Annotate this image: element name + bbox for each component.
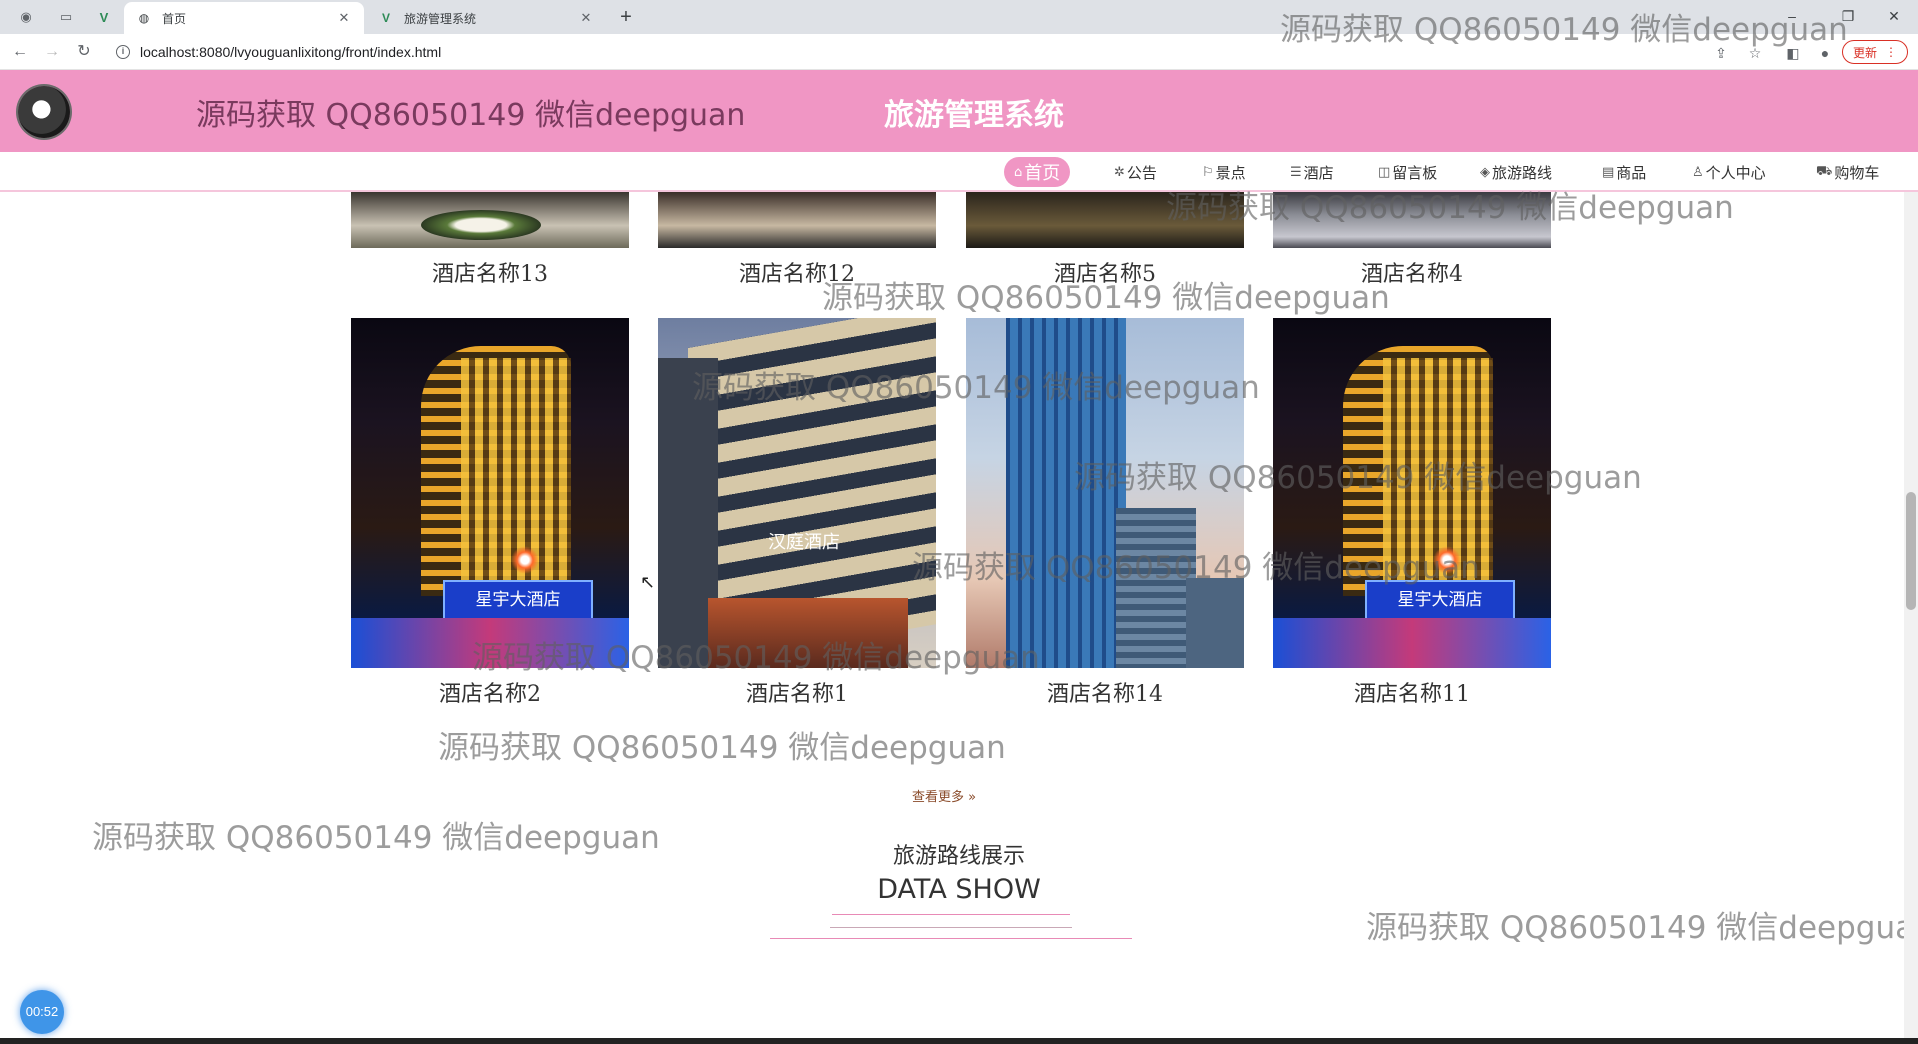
close-window-icon[interactable]: ✕ <box>1876 4 1912 28</box>
tab-title: 首页 <box>162 11 187 26</box>
nav-item-scenic[interactable]: ⚐ 景点 <box>1202 157 1246 187</box>
nav-item-goods[interactable]: ▤ 商品 <box>1602 157 1646 187</box>
url-text: localhost:8080/lvyouguanlixitong/front/i… <box>140 44 442 60</box>
back-icon[interactable]: ← <box>8 40 32 64</box>
update-label: 更新 <box>1852 45 1877 60</box>
globe-icon: ◍ <box>138 11 150 25</box>
bookmark-star-icon[interactable]: ☆ <box>1744 42 1766 64</box>
hotel-name[interactable]: 酒店名称12 <box>658 256 936 288</box>
nav-label: 酒店 <box>1303 163 1334 182</box>
nav-label: 个人中心 <box>1705 163 1766 182</box>
cart-icon: ⛟ <box>1816 163 1833 179</box>
pinned-tab-icon[interactable]: ▭ <box>54 6 78 28</box>
hotel-image[interactable] <box>351 192 629 248</box>
nav-item-hotel[interactable]: ☰ 酒店 <box>1290 157 1334 187</box>
site-logo[interactable] <box>18 86 70 138</box>
stack-icon: ◈ <box>1480 164 1490 180</box>
nav-label: 景点 <box>1215 163 1246 182</box>
nav-label: 首页 <box>1024 163 1061 184</box>
nav-item-notice[interactable]: ✲ 公告 <box>1114 157 1157 187</box>
vue-tab-icon[interactable]: V <box>92 6 116 28</box>
tab-search-icon[interactable]: ◉ <box>14 6 38 28</box>
watermark: 源码获取 QQ86050149 微信deepguan <box>438 730 1006 766</box>
bottom-bar <box>0 1038 1918 1044</box>
flag-icon: ⚐ <box>1202 164 1214 180</box>
goods-icon: ▤ <box>1602 164 1615 180</box>
hotel-image[interactable]: 星宇大酒店 <box>1273 318 1551 668</box>
user-icon: ♙ <box>1692 164 1704 180</box>
hotel-name[interactable]: 酒店名称11 <box>1273 676 1551 708</box>
hotel-image[interactable] <box>1273 192 1551 248</box>
main-nav: ⌂ 首页 ✲ 公告 ⚐ 景点 ☰ 酒店 ◫ 留言板 ◈ 旅游路线 ▤ 商品 ♙ <box>0 152 1918 192</box>
watermark: 源码获取 QQ86050149 微信deepguan <box>1366 910 1918 946</box>
hotel-name[interactable]: 酒店名称14 <box>966 676 1244 708</box>
browser-tab-bar: ◉ ▭ V ◍ 首页 ✕ V 旅游管理系统 ✕ + – ❐ ✕ <box>0 0 1918 34</box>
hotel-image[interactable]: 汉庭酒店 <box>658 318 936 668</box>
notice-icon: ✲ <box>1114 164 1125 180</box>
new-tab-button[interactable]: + <box>614 6 638 28</box>
tab-home[interactable]: ◍ 首页 ✕ <box>124 2 364 34</box>
hotel-sign: 星宇大酒店 <box>1365 580 1515 620</box>
profile-icon[interactable]: ● <box>1814 42 1836 64</box>
hotel-name[interactable]: 酒店名称13 <box>351 256 629 288</box>
hotel-image[interactable] <box>966 192 1244 248</box>
hotel-sign: 星宇大酒店 <box>443 580 593 620</box>
site-info-icon[interactable]: i <box>116 45 130 59</box>
update-button[interactable]: 更新 ⋮ <box>1842 40 1908 64</box>
nav-label: 商品 <box>1616 163 1647 182</box>
hotel-sign: 汉庭酒店 <box>768 532 840 553</box>
hotel-name[interactable]: 酒店名称5 <box>966 256 1244 288</box>
nav-item-home[interactable]: ⌂ 首页 <box>1004 157 1071 187</box>
hotel-image[interactable]: 星宇大酒店 <box>351 318 629 668</box>
section-divider <box>832 914 1070 915</box>
page-scrollbar[interactable] <box>1904 192 1918 1040</box>
nav-item-routes[interactable]: ◈ 旅游路线 <box>1480 157 1552 187</box>
home-icon: ⌂ <box>1014 164 1023 180</box>
section-title: 旅游路线展示 <box>892 844 1025 869</box>
forward-icon[interactable]: → <box>40 40 64 64</box>
tab-system[interactable]: V 旅游管理系统 ✕ <box>366 2 606 34</box>
minimize-icon[interactable]: – <box>1774 4 1810 28</box>
more-menu-icon: ⋮ <box>1885 45 1897 59</box>
section-divider <box>830 927 1072 928</box>
hotel-card[interactable] <box>966 318 1244 668</box>
restore-icon[interactable]: ❐ <box>1830 4 1866 28</box>
reload-icon[interactable]: ↻ <box>72 40 96 64</box>
nav-label: 购物车 <box>1834 163 1880 182</box>
list-icon: ☰ <box>1290 164 1302 180</box>
view-more-link[interactable]: 查看更多 » <box>912 786 976 805</box>
hotel-name[interactable]: 酒店名称2 <box>351 676 629 708</box>
hotel-name[interactable]: 酒店名称1 <box>658 676 936 708</box>
recording-timer[interactable]: 00:52 <box>20 990 64 1034</box>
hotel-image[interactable] <box>658 192 936 248</box>
hotel-card[interactable]: 星宇大酒店 <box>351 318 629 668</box>
site-header: 源码获取 QQ86050149 微信deepguan 旅游管理系统 <box>0 70 1918 152</box>
vue-icon: V <box>381 11 390 25</box>
address-bar[interactable]: i localhost:8080/lvyouguanlixitong/front… <box>108 38 1708 66</box>
close-tab-icon[interactable]: ✕ <box>578 10 594 26</box>
nav-label: 留言板 <box>1392 163 1438 182</box>
section-subtitle: DATA SHOW <box>877 874 1041 905</box>
hotel-card[interactable]: 汉庭酒店 <box>658 318 936 668</box>
nav-item-profile[interactable]: ♙ 个人中心 <box>1692 157 1766 187</box>
hotel-name[interactable]: 酒店名称4 <box>1273 256 1551 288</box>
side-panel-icon[interactable]: ◧ <box>1782 42 1804 64</box>
section-divider <box>770 938 1132 939</box>
header-watermark: 源码获取 QQ86050149 微信deepguan <box>196 98 746 133</box>
nav-item-messages[interactable]: ◫ 留言板 <box>1378 157 1437 187</box>
nav-label: 旅游路线 <box>1492 163 1553 182</box>
nav-item-cart[interactable]: ⛟ 购物车 <box>1816 157 1879 187</box>
site-title: 旅游管理系统 <box>884 98 1064 133</box>
tab-title: 旅游管理系统 <box>404 11 477 26</box>
hotel-image[interactable] <box>966 318 1244 668</box>
browser-toolbar: ← → ↻ i localhost:8080/lvyouguanlixitong… <box>0 34 1918 70</box>
mouse-cursor-icon: ↖ <box>640 572 656 592</box>
book-icon: ◫ <box>1378 164 1391 180</box>
scrollbar-thumb[interactable] <box>1906 492 1916 610</box>
share-icon[interactable]: ⇪ <box>1710 42 1732 64</box>
hotel-card[interactable]: 星宇大酒店 <box>1273 318 1551 668</box>
page-root: ◉ ▭ V ◍ 首页 ✕ V 旅游管理系统 ✕ + – ❐ ✕ ← → ↻ i … <box>0 0 1918 1044</box>
nav-label: 公告 <box>1126 163 1157 182</box>
close-tab-icon[interactable]: ✕ <box>336 10 352 26</box>
